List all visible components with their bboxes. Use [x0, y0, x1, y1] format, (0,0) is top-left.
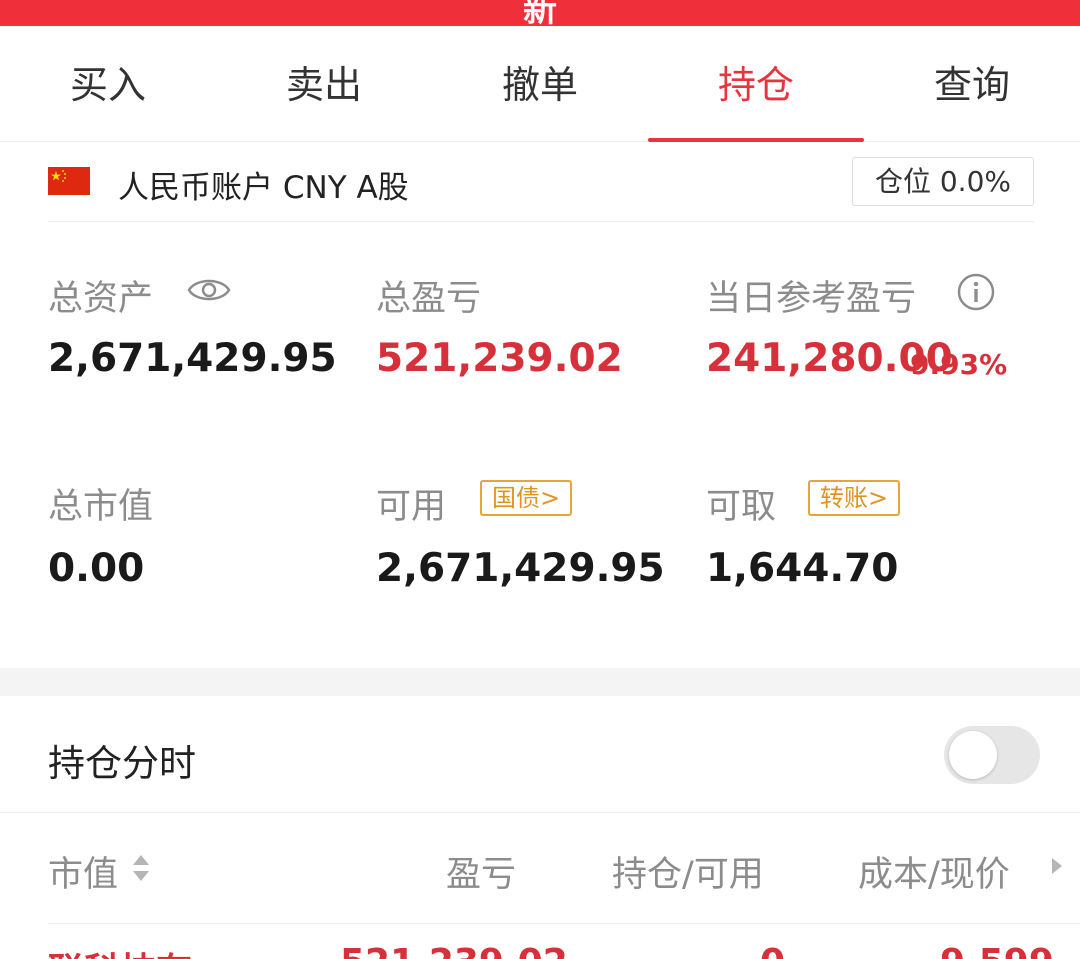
column-holding-available[interactable]: 持仓/可用 [612, 846, 764, 897]
available-value: 2,671,429.95 [376, 546, 665, 591]
column-pnl[interactable]: 盈亏 [446, 846, 516, 897]
chevron-right-icon[interactable] [1050, 856, 1064, 876]
treasury-bond-link[interactable]: 国债> [480, 480, 573, 516]
top-status-bar: 新 [0, 0, 1080, 26]
daily-pnl-percent: 9.93% [910, 348, 1008, 381]
tab-sell[interactable]: 卖出 [216, 26, 432, 142]
sort-icon[interactable] [130, 851, 152, 885]
divider [48, 923, 1080, 924]
transfer-link[interactable]: 转账> [808, 480, 901, 516]
account-row[interactable]: 人民币账户 CNY A股 仓位 0.0% [48, 150, 1034, 222]
total-pnl-value: 521,239.02 [376, 336, 623, 381]
info-icon[interactable] [956, 272, 996, 312]
total-assets-label: 总资产 [48, 279, 154, 319]
tab-holdings[interactable]: 持仓 [648, 26, 864, 142]
available-label: 可用 [376, 487, 447, 527]
tab-buy[interactable]: 买入 [0, 26, 216, 142]
daily-pnl-label: 当日参考盈亏 [706, 279, 917, 319]
section-divider [0, 668, 1080, 696]
eye-icon[interactable] [186, 274, 232, 306]
trade-tabs: 买入 卖出 撤单 持仓 查询 [0, 26, 1080, 142]
row-pnl: 521,239.02 [340, 942, 568, 959]
column-cost-price[interactable]: 成本/现价 [858, 846, 1010, 897]
china-flag-icon [48, 167, 90, 195]
position-ratio-badge: 仓位 0.0% [852, 157, 1034, 206]
row-holding: 0 [760, 942, 785, 959]
top-title: 新 [523, 0, 557, 26]
tab-query[interactable]: 查询 [864, 26, 1080, 142]
column-market-value[interactable]: 市值 [48, 846, 118, 897]
row-stock-name[interactable]: 联科技有 [48, 942, 192, 959]
market-value-label: 总市值 [48, 487, 154, 527]
market-value-value: 0.00 [48, 546, 145, 591]
tab-cancel-order[interactable]: 撤单 [432, 26, 648, 142]
holdings-timeshare-toggle[interactable] [944, 726, 1040, 784]
toggle-knob [949, 731, 997, 779]
active-tab-indicator [648, 138, 864, 142]
divider [0, 812, 1080, 813]
row-cost: 9.599 [940, 942, 1054, 959]
withdrawable-label: 可取 [706, 487, 777, 527]
withdrawable-value: 1,644.70 [706, 546, 899, 591]
total-assets-value: 2,671,429.95 [48, 336, 337, 381]
account-name: 人民币账户 CNY A股 [118, 170, 409, 206]
total-pnl-label: 总盈亏 [376, 279, 482, 319]
holdings-timeshare-title: 持仓分时 [48, 742, 196, 785]
